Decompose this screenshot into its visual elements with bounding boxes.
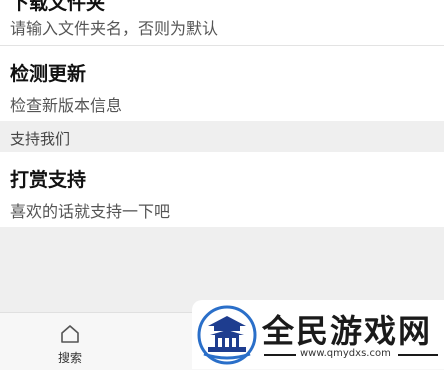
watermark-line [264,354,296,356]
settings-item-desc: 检查新版本信息 [10,96,123,115]
bottom-nav-label: 搜索 [57,351,82,365]
watermark-line [398,354,438,356]
settings-item-desc: 请输入文件夹名，否则为默认 [10,19,219,38]
settings-item-donate[interactable]: 打赏支持 喜欢的话就支持一下吧 [0,152,444,227]
watermark-url: www.qmydxs.com [300,348,391,359]
settings-item-title: 下载文件夹 [10,0,106,14]
settings-item-download-folder[interactable]: 下载文件夹 请输入文件夹名，否则为默认 [0,0,444,45]
settings-item-desc: 喜欢的话就支持一下吧 [10,202,171,221]
watermark: 全民游戏网 www.qmydxs.com [192,300,444,369]
bottom-nav-search[interactable]: 搜索 [40,318,100,366]
pagoda-logo [197,305,257,365]
settings-item-title: 检测更新 [10,63,87,85]
settings-item-title: 打赏支持 [10,169,87,191]
settings-item-check-update[interactable]: 检测更新 检查新版本信息 [0,46,444,121]
home-icon [61,325,79,343]
section-header-label: 支持我们 [10,130,71,148]
section-header-support: 支持我们 [0,121,444,152]
watermark-title: 全民游戏网 [262,312,433,350]
